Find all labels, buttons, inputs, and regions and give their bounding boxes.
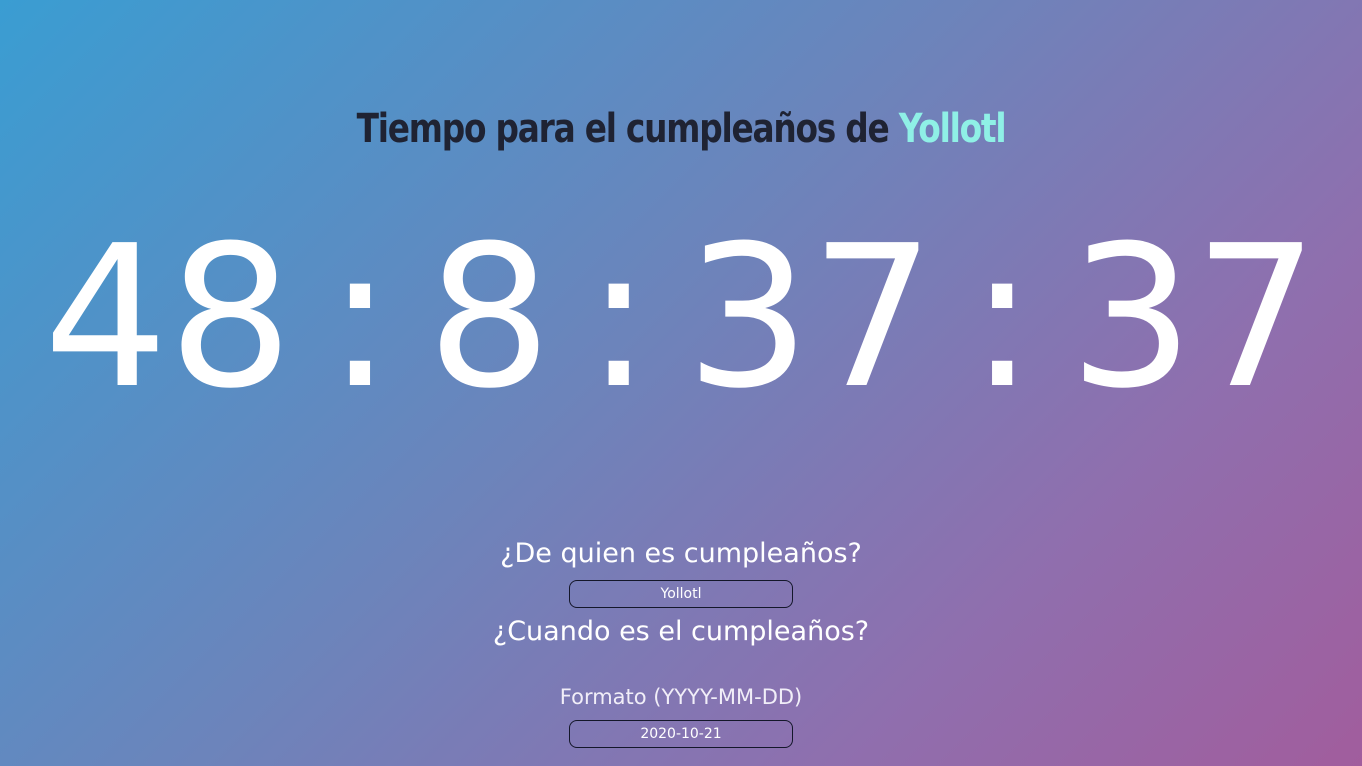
countdown-separator: : [585,204,652,432]
date-format-hint: Formato (YYYY-MM-DD) [559,685,803,709]
countdown-separator: : [326,204,393,432]
countdown-hours: 8 [426,204,552,432]
countdown-separator: : [969,204,1036,432]
page-title: Tiempo para el cumpleaños de Yollotl [123,105,1240,153]
title-prefix: Tiempo para el cumpleaños de [356,105,890,152]
date-question-label: ¿Cuando es el cumpleaños? [492,616,870,647]
title-birthday-name: Yollotl [898,105,1007,152]
birthday-countdown-page: Tiempo para el cumpleaños de Yollotl 48:… [0,0,1362,766]
birthday-form: ¿De quien es cumpleaños? ¿Cuando es el c… [0,534,1362,748]
birthday-name-input[interactable] [569,580,793,608]
countdown-timer: 48:8:37:37 [0,218,1362,418]
countdown-days: 48 [43,204,293,432]
name-question-label: ¿De quien es cumpleaños? [500,538,862,569]
countdown-minutes: 37 [685,204,936,432]
birthday-date-input[interactable] [569,720,793,748]
countdown-seconds: 37 [1069,204,1319,432]
